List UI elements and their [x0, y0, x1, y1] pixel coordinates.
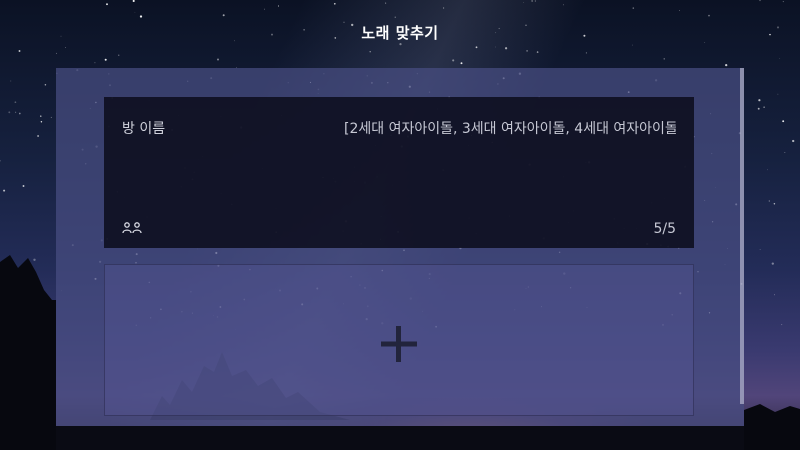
player-count: 5/5 [653, 221, 676, 237]
create-room-button[interactable] [104, 264, 694, 416]
people-icon [122, 222, 142, 234]
room-card[interactable]: 방 이름 [2세대 여자아이돌, 3세대 여자아이돌, 4세대 여자아이돌] 5… [104, 97, 694, 248]
room-song-categories: [2세대 여자아이돌, 3세대 여자아이돌, 4세대 여자아이돌] [344, 121, 676, 137]
room-name-label: 방 이름 [122, 121, 166, 137]
background-night-sky: 노래 맞추기 방 이름 [2세대 여자아이돌, 3세대 여자아이돌, 4세대 여… [0, 0, 800, 450]
scrollbar[interactable] [740, 68, 744, 404]
page-title: 노래 맞추기 [361, 24, 439, 42]
plus-icon [381, 326, 417, 362]
